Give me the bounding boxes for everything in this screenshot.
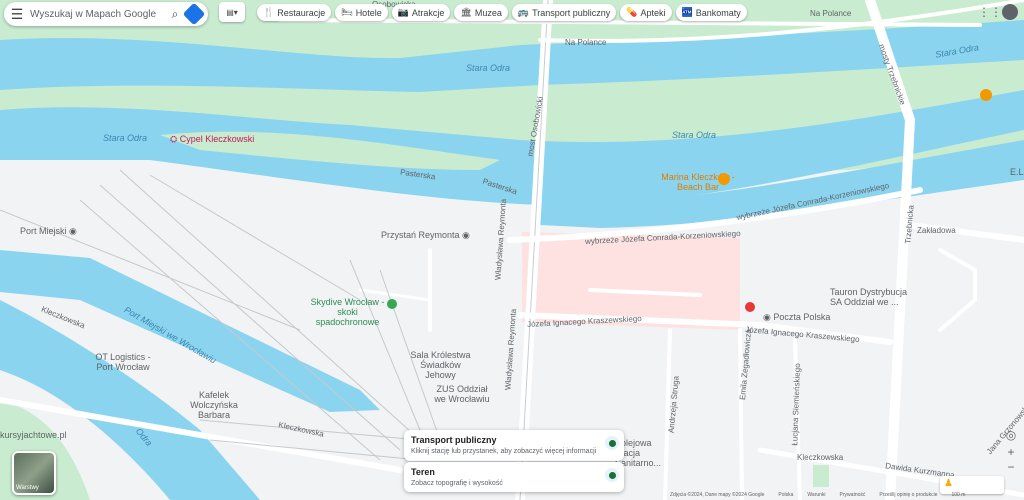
- pegman-icon[interactable]: ♟: [944, 478, 953, 489]
- chip-public-transport[interactable]: 🚌 Transport publiczny: [511, 4, 617, 21]
- street-label: Na Polance: [810, 9, 852, 18]
- toggle-terrain[interactable]: [605, 468, 619, 482]
- chip-restaurants[interactable]: 🍴 Restauracje: [257, 4, 332, 21]
- poi-zus[interactable]: ZUS Oddział we Wrocławiu: [432, 384, 492, 404]
- zoom-out-button[interactable]: −: [1003, 459, 1019, 475]
- card-terrain[interactable]: Teren Zobacz topografię i wysokość: [404, 462, 624, 492]
- search-input[interactable]: Wyszukaj w Mapach Google: [30, 9, 164, 20]
- footer-attribution: Zdjęcia ©2024, Dane mapy ©2024 Google: [670, 492, 765, 498]
- hotel-icon: 🛏: [341, 7, 353, 17]
- layers-button[interactable]: Warstwy: [12, 451, 56, 495]
- card-title: Teren: [411, 467, 435, 477]
- poi-skydive[interactable]: Skydive Wrocław - skoki spadochronowe: [305, 297, 390, 327]
- atm-icon: 🏧: [681, 7, 693, 17]
- place-pin-icon: ◉: [462, 230, 470, 240]
- poi-port-miejski[interactable]: Port Miejski ◉: [20, 226, 77, 237]
- chip-museums[interactable]: 🏛 Muzea: [454, 4, 508, 21]
- my-location-icon[interactable]: ◎: [1003, 427, 1019, 443]
- menu-icon[interactable]: ☰: [4, 6, 30, 23]
- camera-icon: 📷: [397, 7, 409, 17]
- poi-kafelek[interactable]: Kafelek Wolczyńska Barbara: [174, 390, 254, 420]
- river-label: Stara Odra: [103, 133, 148, 143]
- category-chips: 🍴 Restauracje 🛏 Hotele 📷 Atrakcje 🏛 Muzea 🚌 T…: [257, 4, 747, 21]
- bar-pin-icon[interactable]: [718, 173, 730, 185]
- card-subtitle: Zobacz topografię i wysokość: [411, 480, 503, 487]
- river-label: Stara Odra: [466, 63, 511, 73]
- post-office-pin-icon[interactable]: [745, 302, 755, 312]
- poi-edge-label[interactable]: E.Le: [1010, 167, 1024, 177]
- toggle-public-transport[interactable]: [605, 436, 619, 450]
- poi-ot-logistics[interactable]: OT Logistics - Port Wrocław: [88, 352, 158, 372]
- search-box[interactable]: ☰ Wyszukaj w Mapach Google ⌕: [4, 2, 208, 26]
- footer-link[interactable]: Warunki: [807, 492, 825, 498]
- card-public-transport[interactable]: Transport publiczny Kliknij stację lub p…: [404, 430, 624, 461]
- museum-icon: 🏛: [460, 7, 472, 17]
- skydive-pin-icon[interactable]: [387, 299, 397, 309]
- chip-attractions[interactable]: 📷 Atrakcje: [391, 4, 451, 21]
- chip-atms[interactable]: 🏧 Bankomaty: [675, 4, 747, 21]
- chip-hotels[interactable]: 🛏 Hotele: [335, 4, 388, 21]
- poi-tauron[interactable]: Tauron Dystrybucja SA Oddział we ...: [830, 287, 910, 307]
- footer-link[interactable]: Prywatność: [840, 492, 866, 498]
- map-canvas[interactable]: [0, 0, 1024, 500]
- bus-icon: 🚌: [517, 7, 530, 17]
- river-label: Stara Odra: [672, 130, 717, 140]
- poi-przystan-reymonta[interactable]: Przystań Reymonta ◉: [381, 230, 470, 241]
- footer-link[interactable]: Polska: [778, 492, 793, 498]
- layers-icon: ▤▾: [226, 7, 238, 17]
- bar-pin-icon[interactable]: [980, 89, 992, 101]
- chip-pharmacies[interactable]: 💊 Apteki: [620, 4, 672, 21]
- place-pin-icon: ◉: [69, 226, 77, 236]
- scale-label: 100 m: [951, 492, 966, 498]
- street-label: Na Polance: [565, 38, 607, 47]
- park-pin-icon: ⛭: [170, 134, 178, 144]
- layers-button-label: Warstwy: [16, 485, 39, 491]
- footer-bar: Zdjęcia ©2024, Dane mapy ©2024 Google Po…: [670, 492, 965, 498]
- card-title: Transport publiczny: [411, 435, 497, 445]
- directions-icon[interactable]: [182, 2, 206, 26]
- zoom-in-button[interactable]: +: [1003, 444, 1019, 460]
- place-pin-icon: ◉: [763, 312, 771, 322]
- poi-stacja-sanitarna[interactable]: Kolejowa Stacja Sanitarno...: [615, 438, 675, 468]
- avatar[interactable]: [1002, 4, 1018, 20]
- poi-sala-krolestwa[interactable]: Sala Królestwa Świadków Jehowy: [408, 350, 473, 380]
- street-label: Zakładowa: [917, 226, 956, 235]
- poi-cypel-kleczkowski[interactable]: ⛭ Cypel Kleczkowski: [170, 134, 254, 145]
- map-layer-toggle[interactable]: ▤▾: [219, 2, 245, 22]
- street-label: Kleczkowska: [797, 453, 844, 462]
- pharmacy-icon: 💊: [626, 7, 638, 17]
- restaurant-icon: 🍴: [263, 7, 275, 17]
- card-subtitle: Kliknij stację lub przystanek, aby zobac…: [411, 448, 597, 455]
- poi-poczta-polska[interactable]: ◉ Poczta Polska: [763, 312, 830, 323]
- poi-kursy-jachtowe[interactable]: kursyjachtowe.pl: [0, 430, 67, 440]
- footer-link[interactable]: Prześlij opinię o produkcie: [879, 492, 937, 498]
